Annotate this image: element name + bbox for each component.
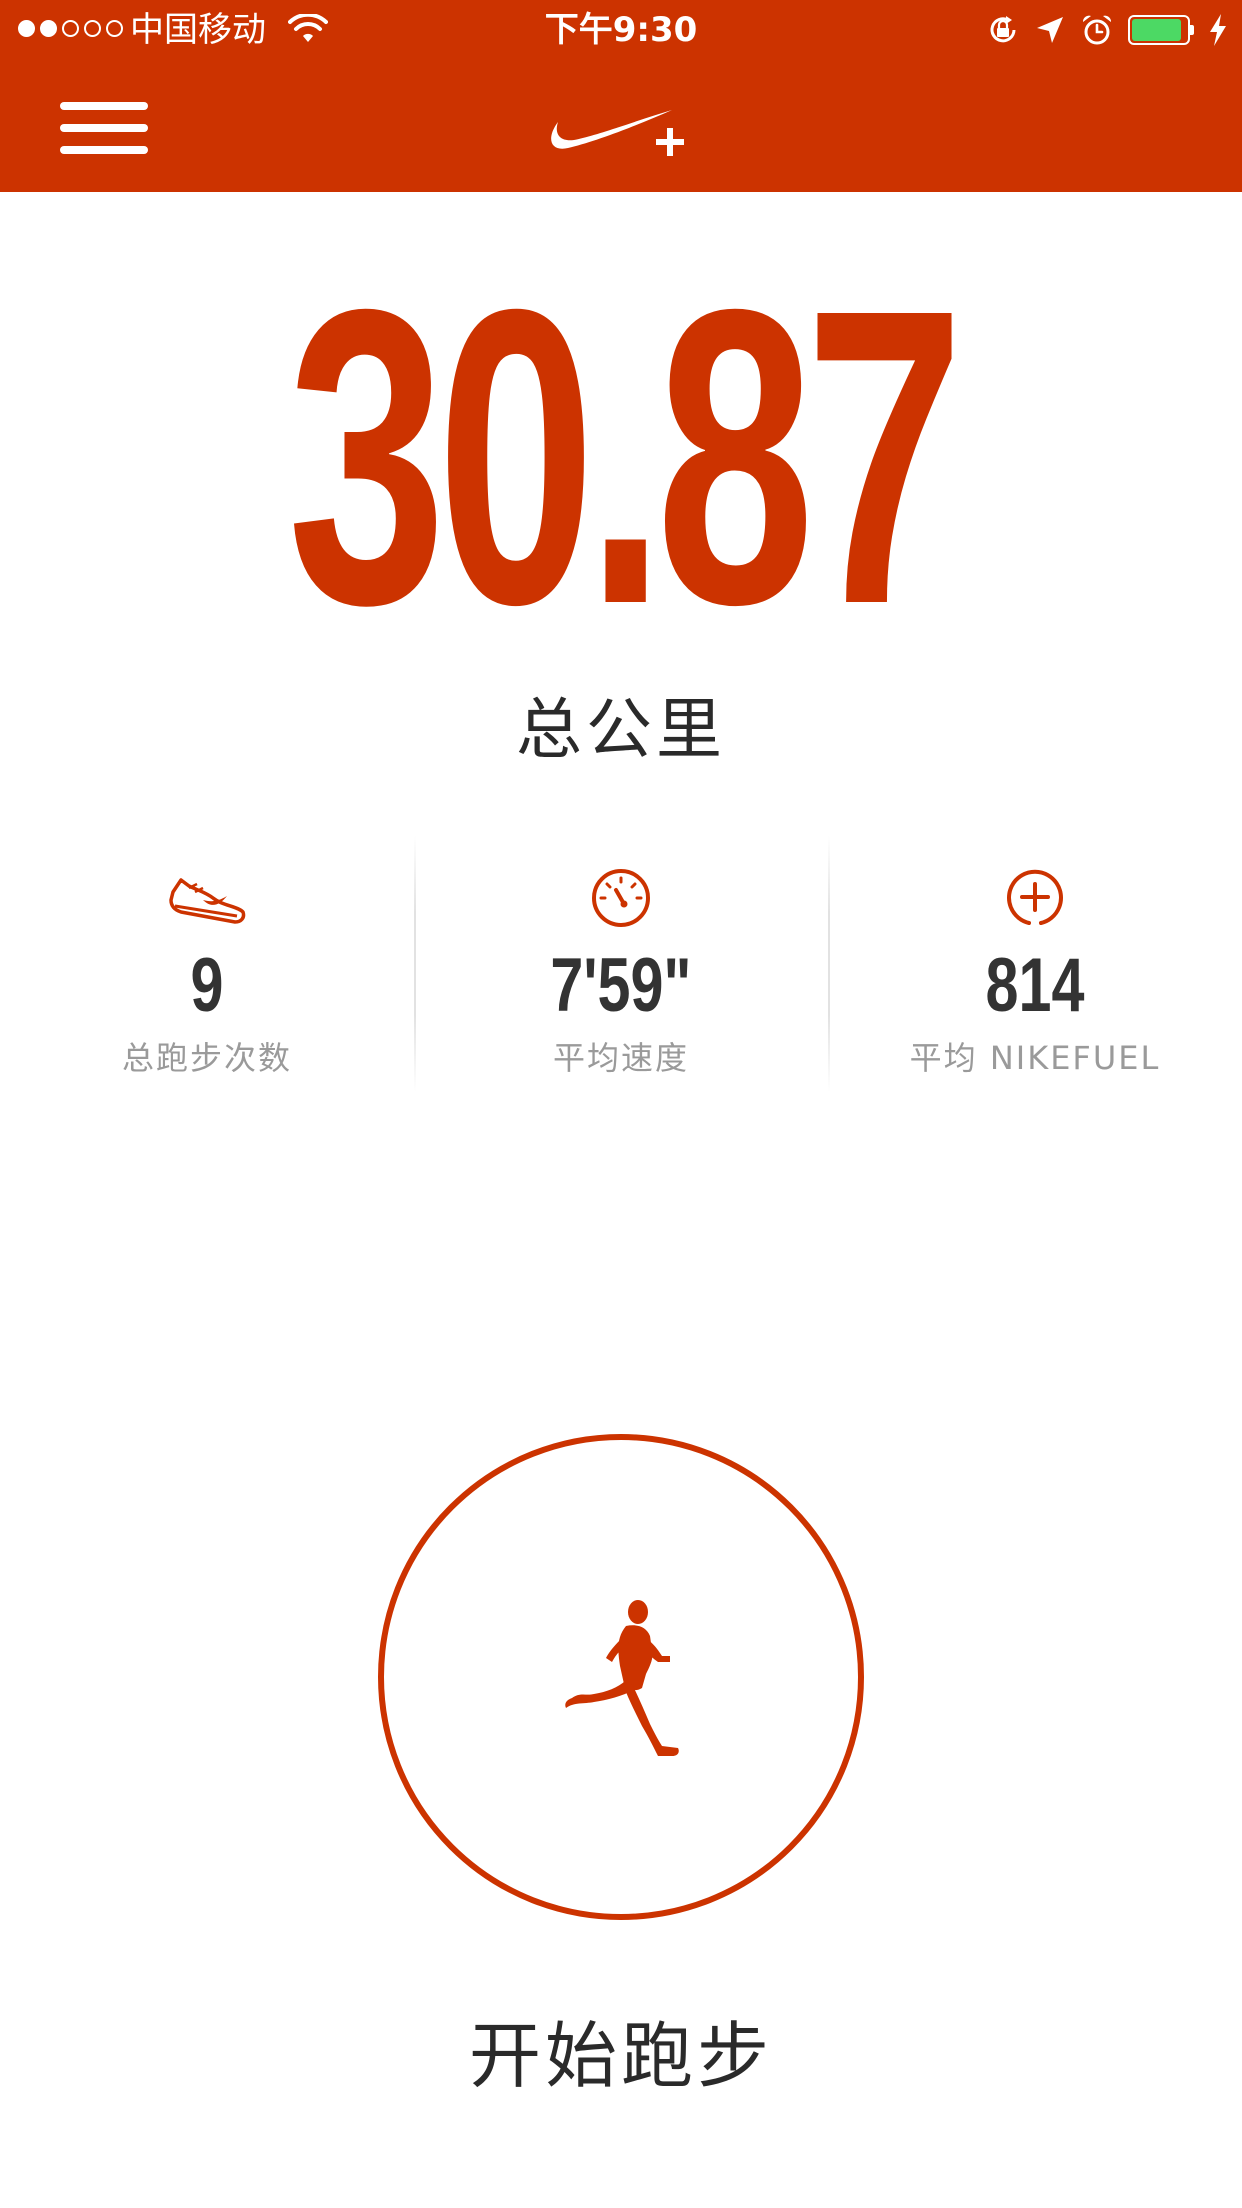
runner-icon xyxy=(565,1600,679,1756)
nike-running-home-screen: 中国移动 下午9:30 30.87 总公里 9 总跑步次数 7'59" 平均速度… xyxy=(0,0,1242,2208)
stat-value: 7'59" xyxy=(550,943,692,1028)
rotation-lock-icon xyxy=(990,16,1016,43)
total-distance-value: 30.87 xyxy=(287,223,964,692)
nikefuel-plus-icon xyxy=(1007,869,1063,925)
status-bar: 中国移动 下午9:30 xyxy=(0,0,1242,62)
nike-plus-logo xyxy=(551,110,684,156)
alarm-clock-icon xyxy=(1082,15,1112,45)
total-distance-label: 总公里 xyxy=(516,691,726,768)
charging-bolt-icon xyxy=(1210,14,1226,46)
stat-value: 814 xyxy=(985,943,1085,1028)
start-run-button[interactable] xyxy=(378,1434,864,1920)
stat-label: 总跑步次数 xyxy=(121,1039,292,1077)
start-run-label[interactable]: 开始跑步 xyxy=(0,2010,1242,2102)
stat-label: 平均 NIKEFUEL xyxy=(909,1039,1161,1077)
stat-value: 9 xyxy=(190,943,224,1028)
stat-label: 平均速度 xyxy=(552,1039,689,1077)
app-header: 中国移动 下午9:30 xyxy=(0,0,1242,192)
battery-icon xyxy=(1128,15,1194,45)
running-shoe-icon xyxy=(169,878,246,924)
location-arrow-icon xyxy=(1037,17,1063,43)
hamburger-menu-button[interactable] xyxy=(60,102,148,154)
speedometer-icon xyxy=(592,869,650,927)
stats-row: 9 总跑步次数 7'59" 平均速度 814 平均 NIKEFUEL xyxy=(0,836,1242,1092)
stat-total-runs: 9 总跑步次数 xyxy=(0,836,414,1092)
status-icons xyxy=(986,12,1228,48)
battery-level-fill xyxy=(1132,19,1181,41)
stat-average-pace: 7'59" 平均速度 xyxy=(414,836,828,1092)
stat-average-nikefuel: 814 平均 NIKEFUEL xyxy=(828,836,1242,1092)
